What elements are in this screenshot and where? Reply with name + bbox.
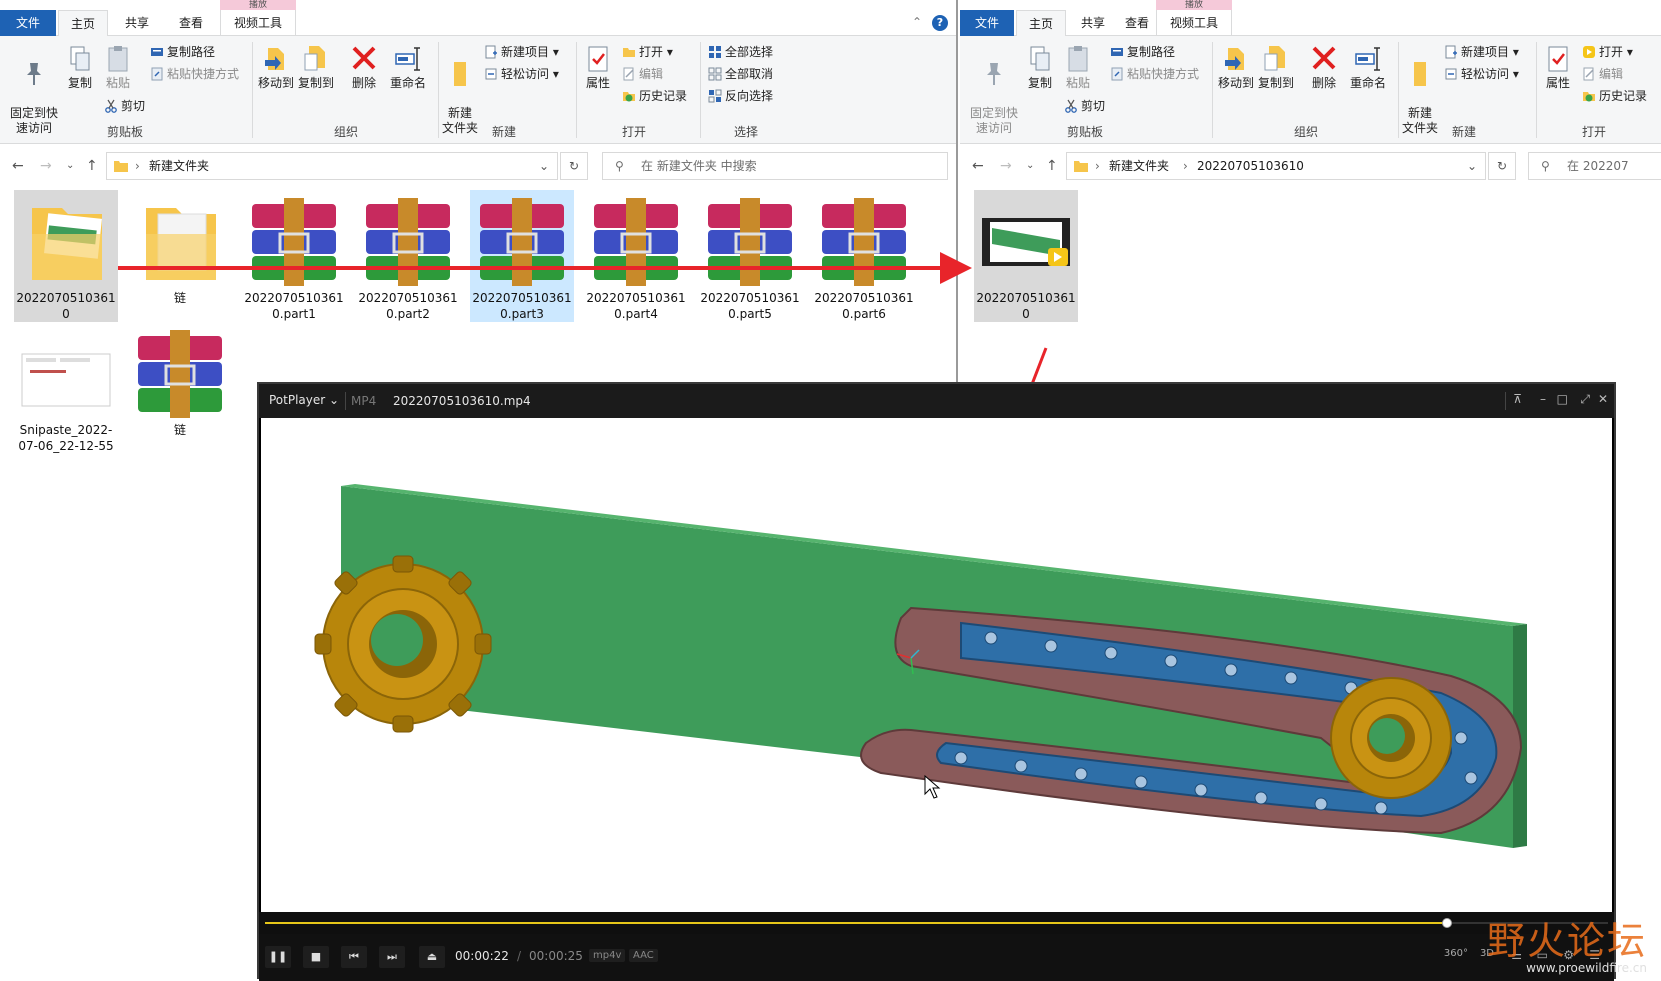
time-current: 00:00:22 bbox=[455, 949, 509, 963]
close-icon[interactable]: ✕ bbox=[1598, 392, 1608, 406]
seek-handle[interactable] bbox=[1442, 918, 1452, 928]
potplayer-window: PotPlayer ⌄ MP4 20220705103610.mp4 ⊼ – □… bbox=[257, 382, 1616, 981]
time-total: 00:00:25 bbox=[529, 949, 583, 963]
video-frame[interactable] bbox=[261, 418, 1612, 912]
title-divider bbox=[1505, 392, 1506, 410]
player-app-name: PotPlayer bbox=[269, 393, 326, 407]
player-format: MP4 bbox=[351, 394, 377, 408]
video-codec-badge: mp4v bbox=[589, 949, 626, 962]
left-sprocket bbox=[314, 555, 492, 733]
pause-icon[interactable]: ❚❚ bbox=[265, 946, 291, 968]
minimize-icon[interactable]: – bbox=[1540, 392, 1546, 406]
seek-bar[interactable] bbox=[259, 912, 1614, 934]
player-titlebar: PotPlayer ⌄ MP4 20220705103610.mp4 ⊼ – □… bbox=[259, 384, 1614, 418]
player-filename: 20220705103610.mp4 bbox=[393, 394, 531, 408]
title-divider bbox=[345, 392, 346, 410]
chain-drive-3d-render bbox=[314, 484, 1527, 848]
fullscreen-icon[interactable]: ⤢ bbox=[1580, 392, 1590, 407]
audio-codec-badge: AAC bbox=[629, 949, 658, 962]
player-controls: ❚❚ ■ ⏮ ⏭ ⏏ 00:00:22 / 00:00:25 mp4v AAC … bbox=[259, 934, 1614, 981]
watermark-url: www.proewildfire.cn bbox=[1526, 961, 1647, 975]
eject-icon[interactable]: ⏏ bbox=[419, 946, 445, 968]
player-menu-button[interactable]: PotPlayer ⌄ bbox=[269, 393, 339, 407]
seek-progress bbox=[265, 922, 1447, 924]
watermark-logo: 野火论坛 www.proewildfire.cn bbox=[1487, 921, 1647, 975]
maximize-icon[interactable]: □ bbox=[1557, 392, 1568, 406]
pin-icon[interactable]: ⊼ bbox=[1513, 392, 1522, 406]
next-icon[interactable]: ⏭ bbox=[379, 946, 405, 968]
chevron-down-icon: ⌄ bbox=[329, 393, 340, 407]
stop-icon[interactable]: ■ bbox=[303, 946, 329, 968]
watermark-brand: 野火论坛 bbox=[1486, 919, 1647, 963]
previous-icon[interactable]: ⏮ bbox=[341, 946, 367, 968]
right-sprocket bbox=[1330, 677, 1452, 799]
vr-360-button[interactable]: 360° bbox=[1444, 948, 1468, 959]
time-separator: / bbox=[517, 949, 522, 963]
